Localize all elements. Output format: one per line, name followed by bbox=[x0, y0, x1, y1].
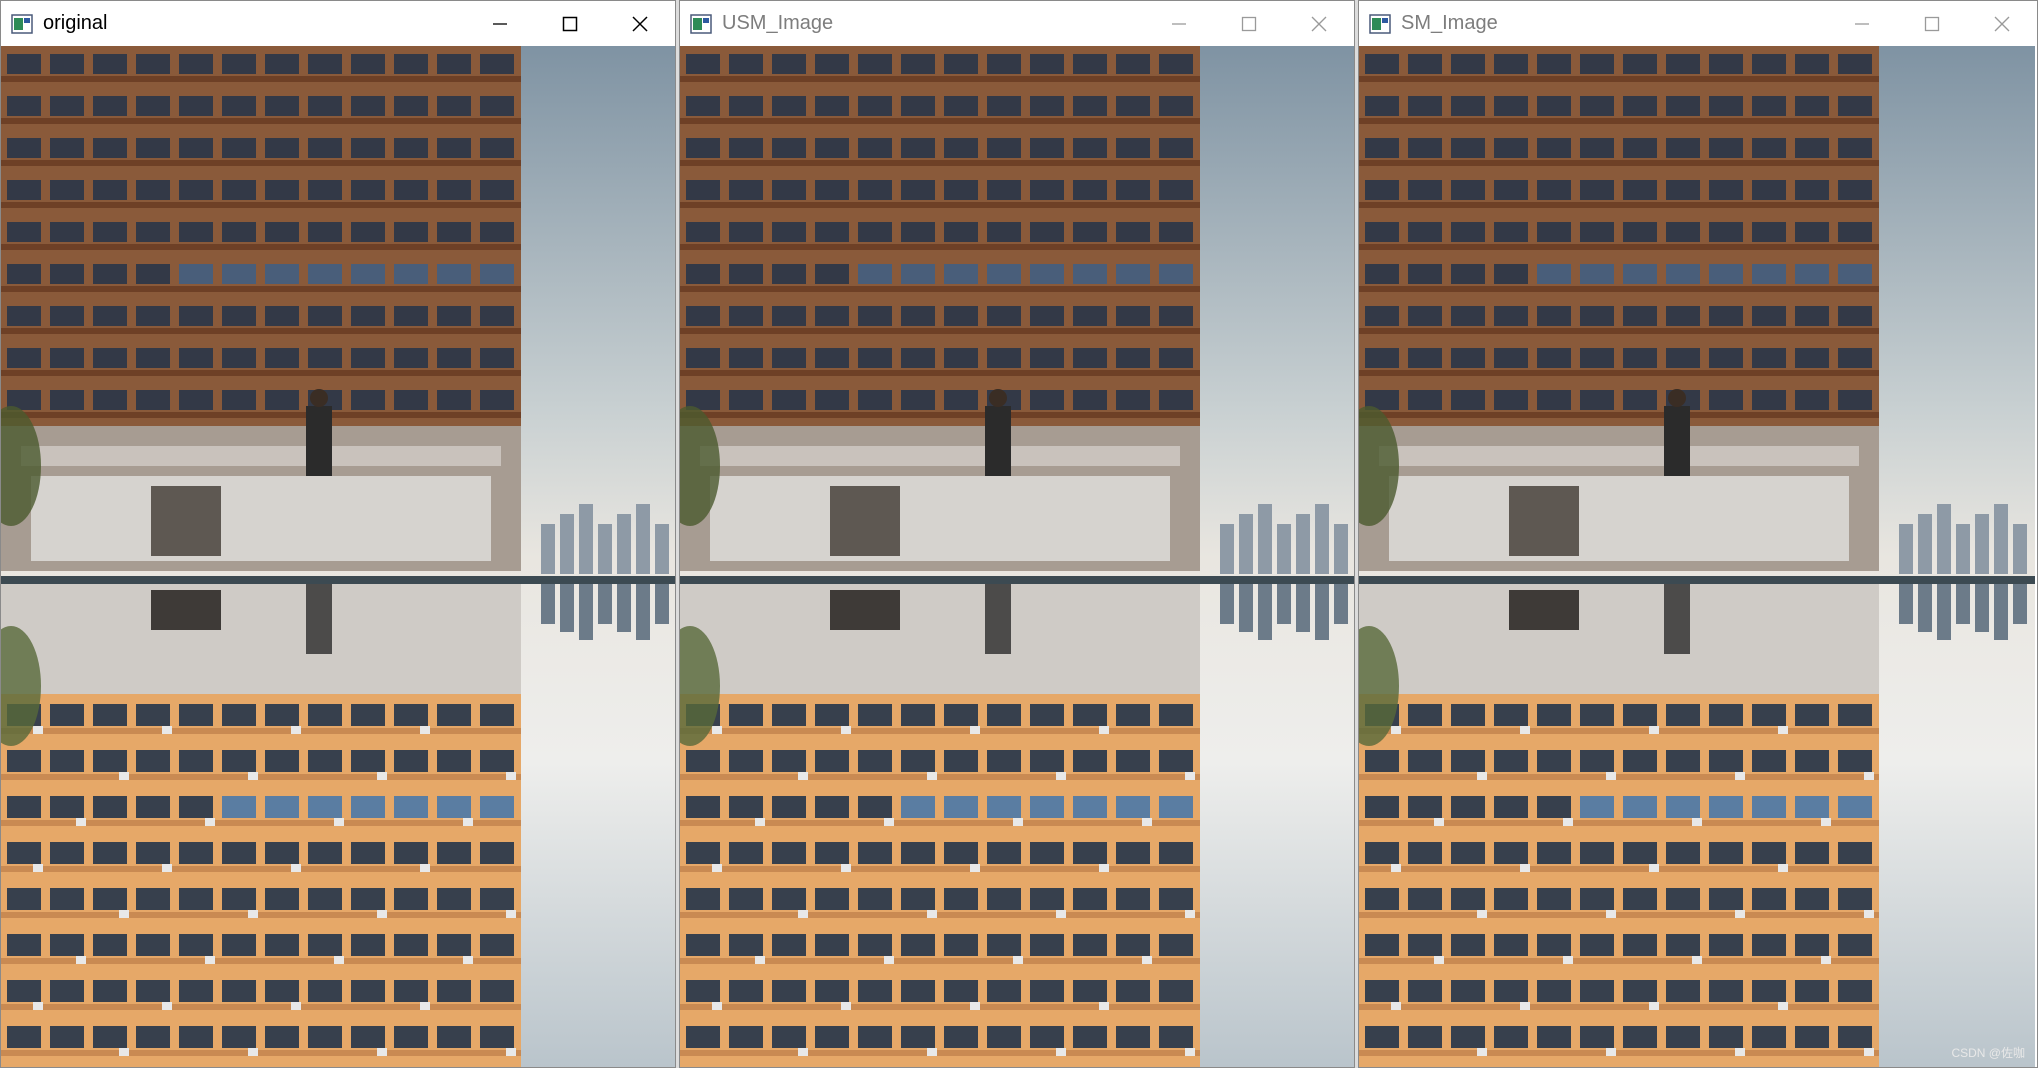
title-bar[interactable]: original bbox=[1, 1, 675, 46]
window-sm-image[interactable]: SM_Image CSDN @佐咖 bbox=[1358, 0, 2038, 1068]
close-button[interactable] bbox=[1284, 1, 1354, 46]
window-title: USM_Image bbox=[722, 12, 834, 34]
minimize-icon bbox=[493, 22, 507, 25]
title-bar[interactable]: SM_Image bbox=[1359, 1, 2037, 46]
watermark: CSDN @佐咖 bbox=[1951, 1046, 2025, 1060]
maximize-icon bbox=[1241, 16, 1257, 31]
close-icon bbox=[1994, 16, 2010, 31]
minimize-icon bbox=[1855, 22, 1869, 25]
close-button[interactable] bbox=[1967, 1, 2037, 46]
minimize-button[interactable] bbox=[465, 1, 535, 46]
close-icon bbox=[632, 15, 648, 32]
close-button[interactable] bbox=[605, 1, 675, 46]
window-app-icon bbox=[690, 13, 712, 34]
image-canvas bbox=[1359, 46, 2037, 1067]
minimize-button[interactable] bbox=[1827, 1, 1897, 46]
image-canvas bbox=[680, 46, 1354, 1067]
window-title: original bbox=[43, 12, 108, 34]
window-original[interactable]: original bbox=[0, 0, 676, 1068]
maximize-button[interactable] bbox=[535, 1, 605, 46]
window-app-icon bbox=[11, 13, 33, 34]
window-title: SM_Image bbox=[1401, 12, 1498, 34]
maximize-button[interactable] bbox=[1214, 1, 1284, 46]
image-canvas bbox=[1, 46, 675, 1067]
close-icon bbox=[1311, 16, 1327, 31]
minimize-icon bbox=[1172, 22, 1186, 25]
maximize-icon bbox=[1924, 16, 1940, 31]
title-bar[interactable]: USM_Image bbox=[680, 1, 1354, 46]
window-app-icon bbox=[1369, 13, 1391, 34]
window-usm-image[interactable]: USM_Image bbox=[679, 0, 1355, 1068]
maximize-button[interactable] bbox=[1897, 1, 1967, 46]
minimize-button[interactable] bbox=[1144, 1, 1214, 46]
maximize-icon bbox=[562, 16, 578, 31]
